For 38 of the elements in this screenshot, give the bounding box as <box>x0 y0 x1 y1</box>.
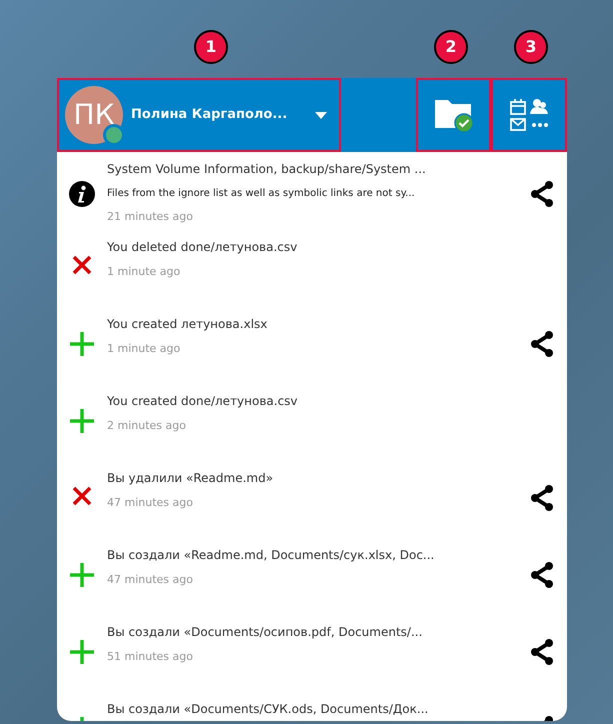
activity-time: 47 minutes ago <box>107 496 194 510</box>
share-icon[interactable] <box>529 180 555 208</box>
activity-time: 51 minutes ago <box>107 650 194 664</box>
caret-icon <box>315 112 327 118</box>
activity-time: 2 minutes ago <box>107 419 187 433</box>
share-icon[interactable] <box>529 484 555 512</box>
cross-icon <box>72 255 92 275</box>
apps-menu-button[interactable] <box>491 78 567 152</box>
plus-icon <box>70 332 94 356</box>
activity-time: 47 minutes ago <box>107 573 194 587</box>
activity-time: 1 minute ago <box>107 342 182 356</box>
avatar: ПК <box>65 86 123 144</box>
share-icon[interactable] <box>529 561 555 589</box>
plus-icon <box>70 563 94 587</box>
activity-title: Вы создали «Documents/СУК.ods, Documents/Док... <box>107 702 430 717</box>
activity-title: You deleted done/летунова.csv <box>107 240 298 255</box>
callout-marker: 2 <box>434 30 468 64</box>
cross-icon <box>72 486 92 506</box>
activity-title: You created летунова.xlsx <box>107 317 268 332</box>
share-icon[interactable] <box>529 638 555 666</box>
activity-title: Вы создали «Readme.md, Documents/сук.xlsx, Doc... <box>107 548 436 563</box>
sync-folder-button[interactable] <box>416 78 491 152</box>
account-name: Полина Каргаполо... <box>131 106 288 124</box>
activity-message: Files from the ignore list as well as symbolic links are not sy... <box>107 187 416 200</box>
info-icon <box>69 180 95 206</box>
activity-title: Вы удалили «Readme.md» <box>107 471 274 486</box>
plus-icon <box>70 640 94 664</box>
activity-title: You created done/летунова.csv <box>107 394 299 409</box>
activity-time: 1 minute ago <box>107 265 182 279</box>
activity-time: 21 minutes ago <box>107 210 194 224</box>
callout-marker: 3 <box>514 30 548 64</box>
plus-icon <box>70 409 94 433</box>
callout-marker: 1 <box>194 30 228 64</box>
activity-title: Вы создали «Documents/осипов.pdf, Documents/... <box>107 625 424 640</box>
account-button[interactable]: ПК Полина Каргаполо... <box>57 78 341 152</box>
apps-icon <box>509 97 549 133</box>
share-icon[interactable] <box>529 330 555 358</box>
activity-title: System Volume Information, backup/share/System ... <box>107 162 427 177</box>
